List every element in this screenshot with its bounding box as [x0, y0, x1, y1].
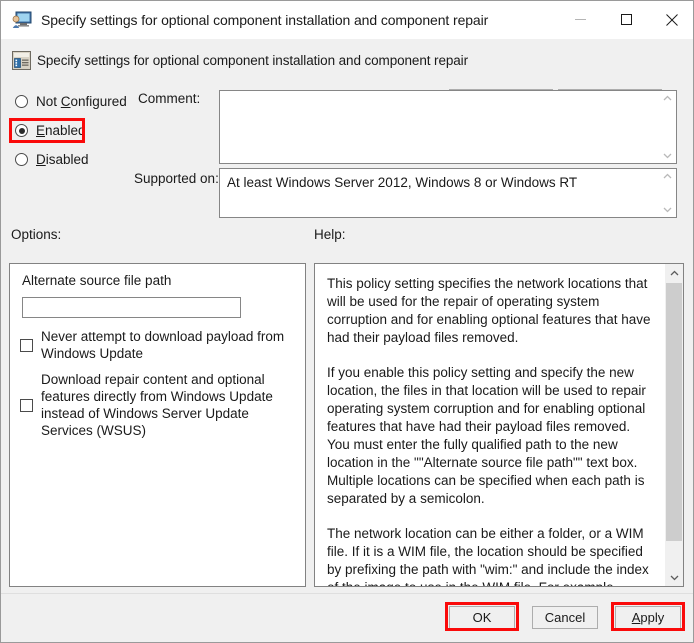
radio-disabled[interactable]: Disabled — [15, 152, 89, 167]
radio-not-configured-mark — [15, 95, 28, 108]
footer-divider — [1, 593, 694, 594]
supported-on-value: At least Windows Server 2012, Windows 8 … — [220, 169, 659, 217]
apply-button[interactable]: Apply — [615, 606, 681, 629]
help-scrollbar-thumb[interactable] — [666, 283, 682, 541]
help-panel: This policy setting specifies the networ… — [314, 263, 684, 587]
scroll-down-icon[interactable] — [665, 569, 683, 586]
cancel-button[interactable]: Cancel — [532, 606, 598, 629]
chevron-down-icon — [663, 207, 672, 213]
group-policy-setting-icon — [12, 51, 31, 70]
title-bar: Specify settings for optional component … — [1, 1, 694, 40]
radio-disabled-mark — [15, 153, 28, 166]
help-paragraph: If you enable this policy setting and sp… — [327, 364, 652, 508]
checkbox-never-download-payload-label: Never attempt to download payload from W… — [41, 328, 292, 362]
comment-label: Comment: — [138, 91, 200, 106]
options-label: Options: — [11, 227, 61, 242]
comment-textbox[interactable] — [219, 90, 677, 164]
policy-monitor-icon — [12, 11, 32, 29]
scroll-up-icon[interactable] — [665, 264, 683, 281]
chevron-down-icon — [663, 153, 672, 159]
setting-title: Specify settings for optional component … — [37, 53, 468, 68]
window-title: Specify settings for optional component … — [41, 12, 488, 28]
help-scrollbar[interactable] — [664, 264, 683, 586]
group-policy-setting-dialog: Specify settings for optional component … — [0, 0, 694, 643]
maximize-icon[interactable] — [603, 1, 649, 38]
supported-on-scrollbar[interactable] — [659, 169, 676, 217]
window-controls — [557, 1, 694, 39]
radio-enabled-label: Enabled — [36, 123, 86, 138]
checkbox-download-repair-content-label: Download repair content and optional fea… — [41, 371, 292, 439]
setting-header: Specify settings for optional component … — [1, 39, 694, 87]
ok-button[interactable]: OK — [449, 606, 515, 629]
help-paragraph: The network location can be either a fol… — [327, 525, 652, 586]
supported-on-textbox: At least Windows Server 2012, Windows 8 … — [219, 168, 677, 218]
chevron-up-icon — [663, 173, 672, 179]
options-panel: Alternate source file path Never attempt… — [9, 263, 306, 587]
checkbox-download-repair-content[interactable]: Download repair content and optional fea… — [20, 371, 292, 439]
radio-enabled-mark — [15, 124, 28, 137]
minimize-icon[interactable] — [557, 1, 603, 38]
radio-disabled-label: Disabled — [36, 152, 89, 167]
comment-scrollbar[interactable] — [659, 91, 676, 163]
checkbox-never-download-payload[interactable]: Never attempt to download payload from W… — [20, 328, 292, 362]
help-paragraph: This policy setting specifies the networ… — [327, 275, 652, 347]
help-text: This policy setting specifies the networ… — [315, 264, 664, 586]
radio-enabled[interactable]: Enabled — [15, 123, 86, 138]
alternate-source-path-caption: Alternate source file path — [22, 273, 171, 288]
radio-not-configured[interactable]: Not Configured — [15, 94, 127, 109]
comment-value[interactable] — [220, 91, 659, 163]
checkbox-never-download-payload-box — [20, 339, 33, 352]
checkbox-download-repair-content-box — [20, 399, 33, 412]
help-label: Help: — [314, 227, 346, 242]
chevron-up-icon — [663, 95, 672, 101]
radio-not-configured-label: Not Configured — [36, 94, 127, 109]
supported-on-label: Supported on: — [134, 171, 219, 186]
close-icon[interactable] — [649, 1, 694, 38]
alternate-source-path-input[interactable] — [22, 297, 241, 318]
